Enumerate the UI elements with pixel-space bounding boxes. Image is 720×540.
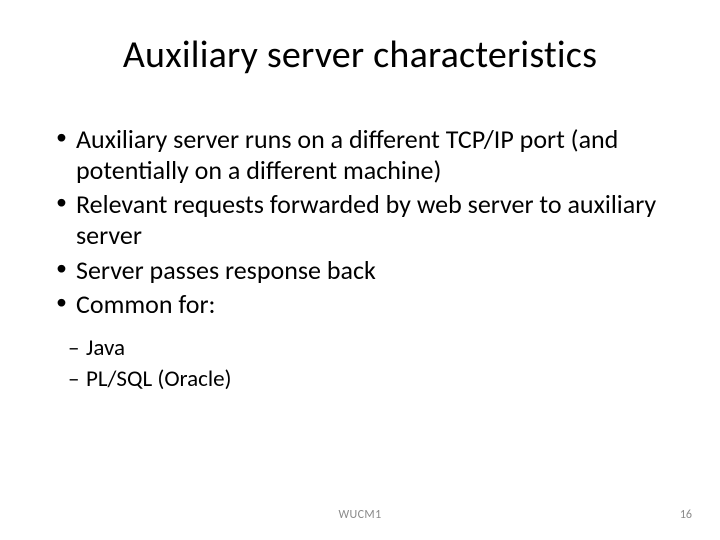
sub-bullet-item: PL/SQL (Oracle) (68, 365, 680, 394)
slide-title: Auxiliary server characteristics (40, 32, 680, 78)
bullet-item: Auxiliary server runs on a different TCP… (56, 124, 680, 185)
bullet-item: Server passes response back (56, 255, 680, 286)
bullet-item: Common for: (56, 289, 680, 320)
sub-bullet-item: Java (68, 334, 680, 363)
bullet-list: Auxiliary server runs on a different TCP… (40, 124, 680, 320)
slide: Auxiliary server characteristics Auxilia… (0, 0, 720, 540)
footer-label: WUCM1 (0, 508, 720, 522)
sub-bullet-list: Java PL/SQL (Oracle) (40, 334, 680, 394)
bullet-item: Relevant requests forwarded by web serve… (56, 189, 680, 250)
page-number: 16 (680, 508, 692, 522)
